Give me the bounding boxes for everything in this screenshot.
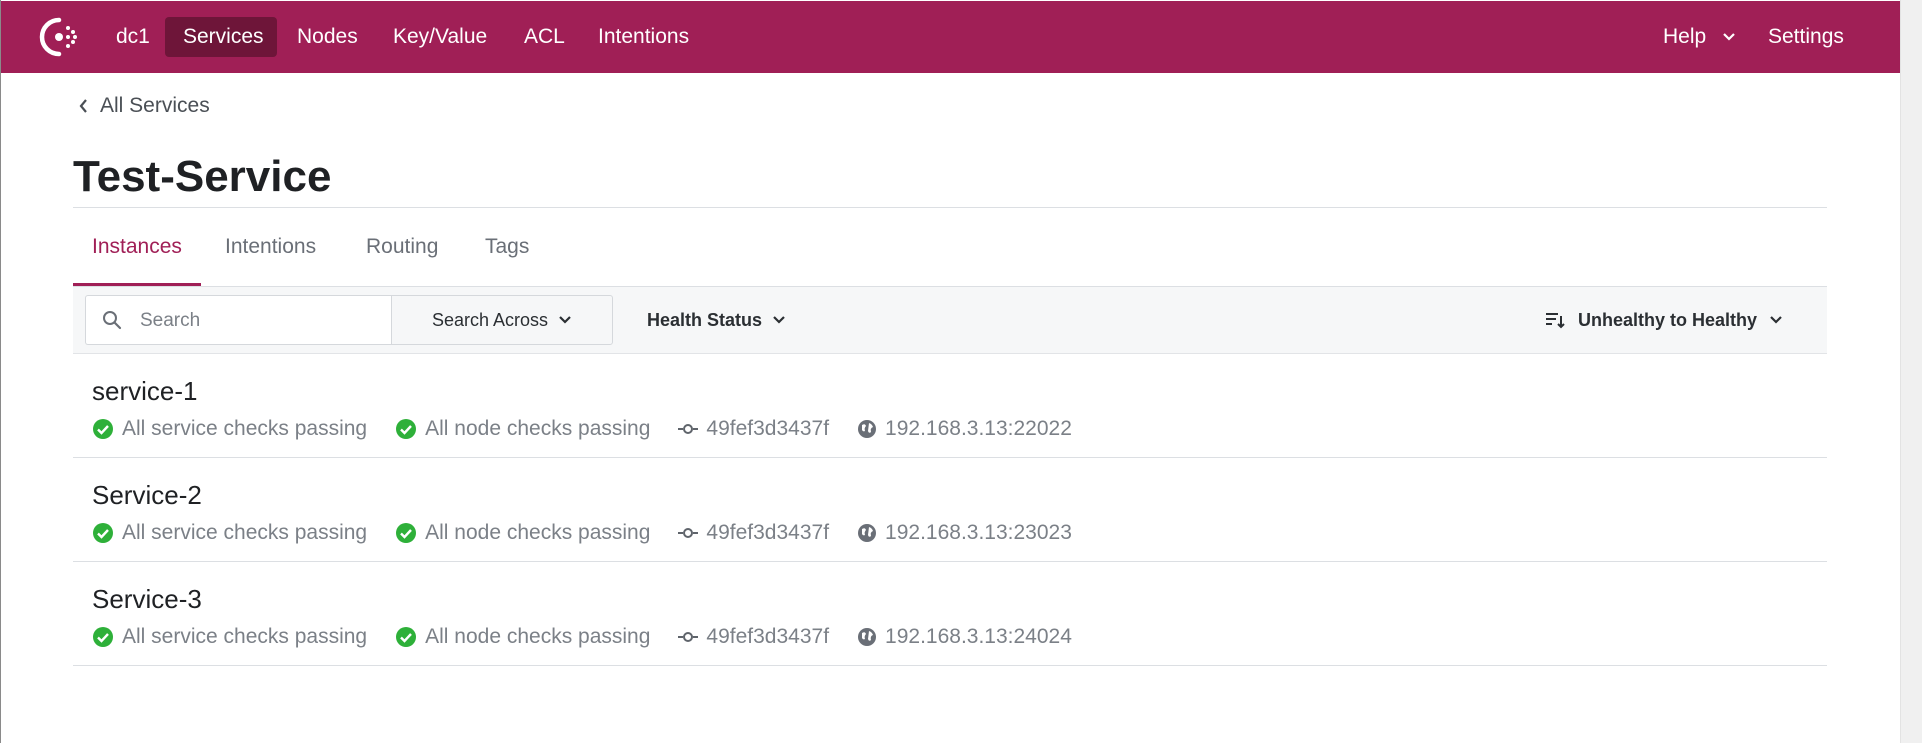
node-name[interactable]: 49fef3d3437f (706, 417, 829, 441)
instance-meta: All service checks passing All node chec… (92, 415, 1100, 443)
globe-icon (858, 628, 877, 646)
window-edge (0, 0, 1, 743)
list-item[interactable]: service-1 All service checks passing All… (73, 354, 1827, 458)
node-checks-status: All node checks passing (395, 521, 650, 545)
check-circle-icon (93, 419, 113, 439)
sort-label: Unhealthy to Healthy (1577, 309, 1757, 330)
nav-item-acl[interactable]: ACL (506, 17, 583, 57)
chevron-down-icon (1770, 316, 1782, 324)
service-checks-status: All service checks passing (92, 521, 367, 545)
breadcrumb[interactable]: All Services (78, 94, 210, 118)
node-name[interactable]: 49fef3d3437f (706, 625, 829, 649)
page-title: Test-Service (73, 152, 332, 201)
git-commit-icon (678, 424, 699, 434)
node-name[interactable]: 49fef3d3437f (706, 521, 829, 545)
tab-intentions[interactable]: Intentions (206, 208, 335, 286)
address-text: 192.168.3.13:23023 (885, 521, 1072, 544)
datacenter-selector[interactable]: dc1 (98, 17, 168, 57)
address-text: 192.168.3.13:24024 (885, 625, 1072, 648)
node-reference: 49fef3d3437f (678, 625, 829, 649)
search-across-label: Search Across (431, 309, 549, 330)
top-navigation: dc1 Services Nodes Key/Value ACL Intenti… (1, 1, 1900, 73)
search-across-dropdown[interactable]: Search Across (391, 295, 613, 345)
globe-icon (858, 420, 877, 438)
tab-tags[interactable]: Tags (466, 208, 548, 286)
git-commit-icon (678, 632, 699, 642)
globe-icon (858, 524, 877, 542)
breadcrumb-all-services[interactable]: All Services (100, 94, 210, 118)
node-reference: 49fef3d3437f (678, 417, 829, 441)
chevron-down-icon (559, 316, 571, 324)
list-item[interactable]: Service-2 All service checks passing All… (73, 458, 1827, 562)
nav-item-nodes[interactable]: Nodes (279, 17, 376, 57)
node-checks-status: All node checks passing (395, 417, 650, 441)
search-icon (103, 311, 122, 330)
address: 192.168.3.13:23023 (857, 521, 1072, 545)
check-circle-icon (396, 419, 417, 439)
search-box (85, 295, 391, 345)
address: 192.168.3.13:24024 (857, 625, 1072, 649)
instance-meta: All service checks passing All node chec… (92, 623, 1100, 651)
check-circle-icon (396, 523, 417, 543)
chevron-down-icon (773, 316, 785, 324)
service-checks-status: All service checks passing (92, 625, 367, 649)
help-menu[interactable]: Help (1663, 17, 1736, 57)
nav-item-key-value[interactable]: Key/Value (375, 17, 505, 57)
nav-item-services[interactable]: Services (165, 17, 277, 57)
consul-logo-icon[interactable] (35, 16, 83, 58)
sort-dropdown[interactable]: Unhealthy to Healthy (1544, 295, 1783, 345)
instance-name[interactable]: service-1 (92, 376, 197, 407)
list-item[interactable]: Service-3 All service checks passing All… (73, 562, 1827, 666)
check-circle-icon (93, 523, 113, 543)
instance-name[interactable]: Service-2 (92, 480, 202, 511)
node-checks-text: All node checks passing (425, 417, 651, 440)
filter-toolbar: Search Across Health Status Unhealthy to… (73, 287, 1827, 354)
chevron-left-icon (79, 99, 87, 113)
check-circle-icon (396, 627, 417, 647)
settings-link[interactable]: Settings (1768, 17, 1844, 57)
health-status-label: Health Status (647, 309, 763, 330)
chevron-down-icon (1723, 33, 1735, 42)
service-checks-status: All service checks passing (92, 417, 367, 441)
instance-meta: All service checks passing All node chec… (92, 519, 1100, 547)
service-checks-text: All service checks passing (122, 625, 368, 648)
address-text: 192.168.3.13:22022 (885, 417, 1072, 440)
git-commit-icon (678, 528, 699, 538)
search-input[interactable] (138, 306, 382, 336)
vertical-scrollbar[interactable] (1900, 0, 1922, 743)
help-label: Help (1663, 25, 1707, 48)
address: 192.168.3.13:22022 (857, 417, 1072, 441)
node-checks-status: All node checks passing (395, 625, 650, 649)
node-checks-text: All node checks passing (425, 625, 651, 648)
health-status-dropdown[interactable]: Health Status (647, 295, 786, 345)
instance-name[interactable]: Service-3 (92, 584, 202, 615)
nav-item-intentions[interactable]: Intentions (580, 17, 707, 57)
check-circle-icon (93, 627, 113, 647)
node-reference: 49fef3d3437f (678, 521, 829, 545)
sort-icon (1545, 313, 1565, 329)
tab-instances[interactable]: Instances (73, 208, 201, 286)
service-checks-text: All service checks passing (122, 417, 368, 440)
tab-routing[interactable]: Routing (347, 208, 457, 286)
divider (73, 207, 1827, 208)
node-checks-text: All node checks passing (425, 521, 651, 544)
service-checks-text: All service checks passing (122, 521, 368, 544)
